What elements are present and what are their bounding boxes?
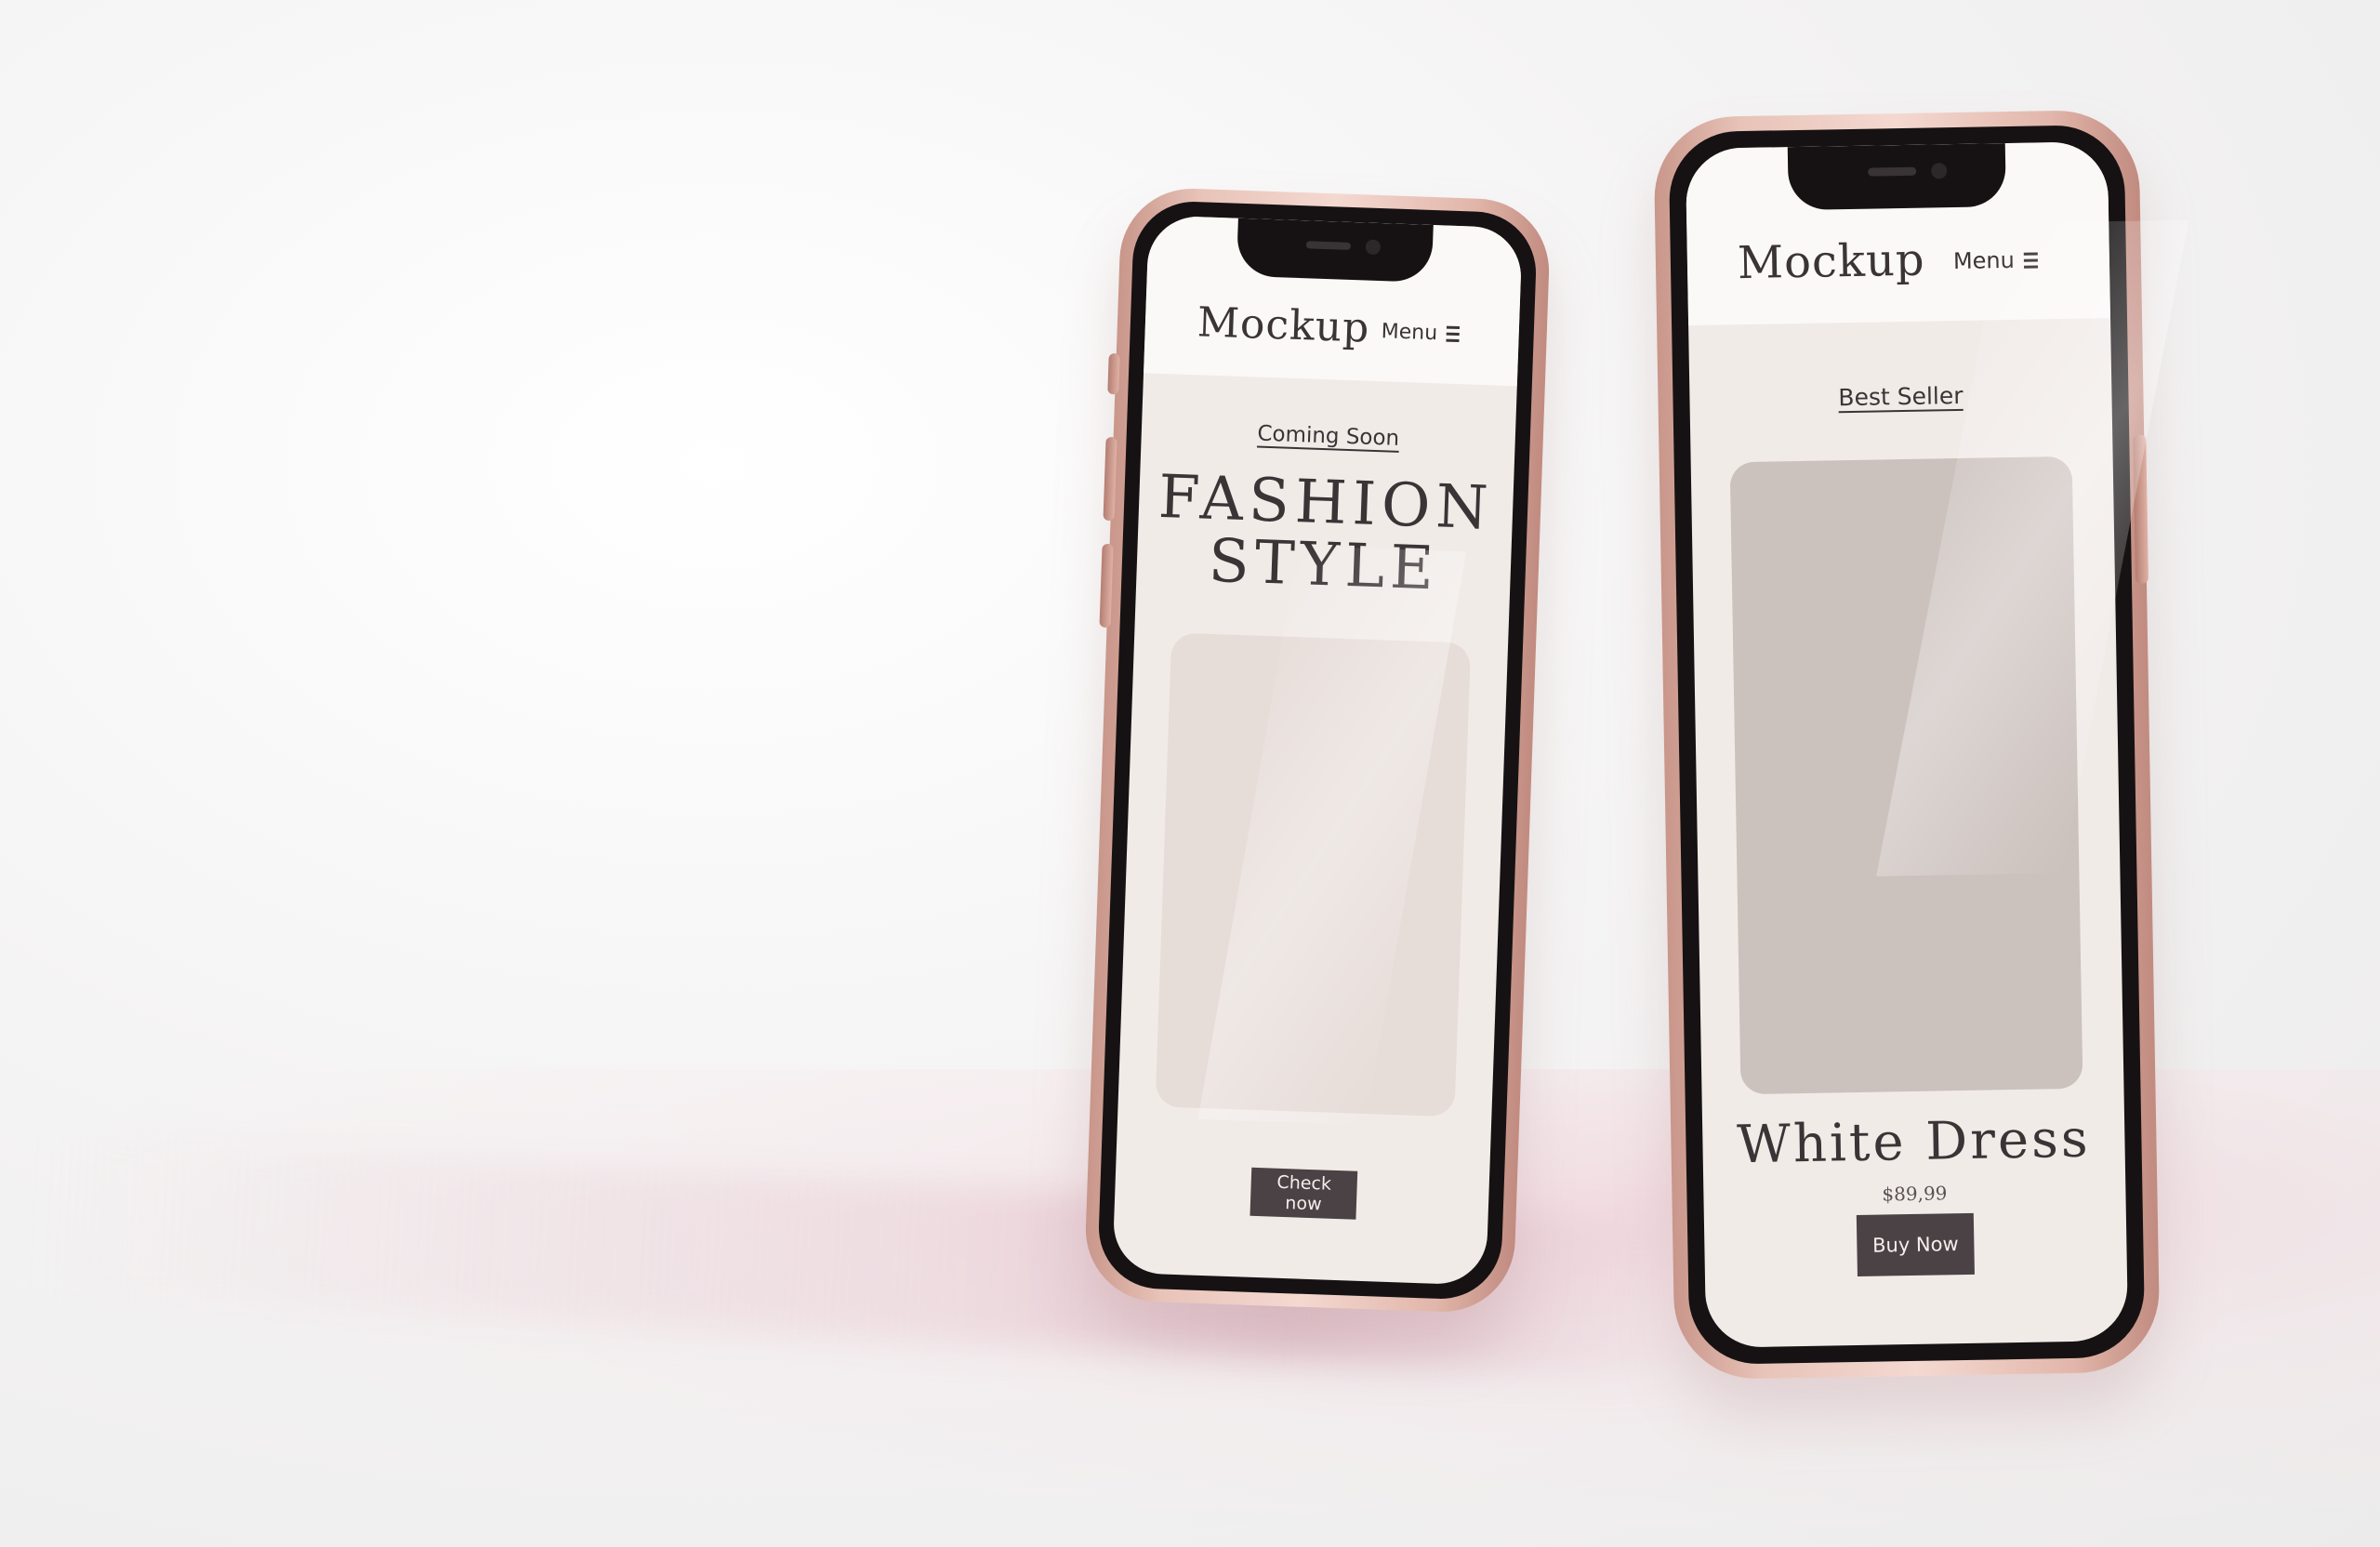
- phone-left-menu-label: Menu: [1381, 320, 1438, 346]
- headline-line-1: FASHION: [1157, 462, 1495, 544]
- phone-left-notch: [1236, 218, 1434, 283]
- phone-right-notch: [1787, 143, 2006, 211]
- menu-icon: [1446, 323, 1461, 346]
- phone-left-side-button-2: [1103, 436, 1117, 522]
- phone-right-best-seller-link[interactable]: Best Seller: [1689, 379, 2111, 414]
- phone-right-product-name: White Dress: [1736, 1108, 2092, 1176]
- phone-right-screen: Mockup Menu Best Seller White Dress $89,…: [1685, 141, 2129, 1348]
- check-now-button[interactable]: Check now: [1250, 1167, 1358, 1220]
- phone-left-side-button-3: [1099, 543, 1114, 628]
- phone-right-logo: Mockup: [1737, 233, 1926, 290]
- phone-right: Mockup Menu Best Seller White Dress $89,…: [1653, 109, 2189, 1381]
- phone-right-bezel: Mockup Menu Best Seller White Dress $89,…: [1668, 124, 2146, 1366]
- phone-right-price: $89,99: [1882, 1182, 1948, 1206]
- phone-left-image-placeholder: [1155, 632, 1472, 1117]
- phone-left-logo: Mockup: [1197, 298, 1371, 352]
- phone-right-image-placeholder: [1729, 456, 2083, 1095]
- phone-right-menu-button[interactable]: Menu: [1953, 246, 2038, 274]
- phone-left: Mockup Menu Coming Soon FASHION STYLE Ch…: [1083, 186, 1552, 1315]
- phone-right-side-button: [2133, 434, 2149, 584]
- buy-now-button[interactable]: Buy Now: [1856, 1212, 1975, 1277]
- menu-icon: [2023, 248, 2038, 271]
- phone-left-bezel: Mockup Menu Coming Soon FASHION STYLE Ch…: [1096, 199, 1539, 1302]
- phone-left-screen: Mockup Menu Coming Soon FASHION STYLE Ch…: [1112, 215, 1523, 1286]
- phone-left-headline: FASHION STYLE: [1136, 462, 1514, 604]
- phone-left-side-button-1: [1107, 352, 1120, 395]
- phone-left-coming-soon-link[interactable]: Coming Soon: [1141, 417, 1515, 455]
- phone-left-menu-button[interactable]: Menu: [1381, 320, 1461, 346]
- phone-right-menu-label: Menu: [1952, 246, 2016, 275]
